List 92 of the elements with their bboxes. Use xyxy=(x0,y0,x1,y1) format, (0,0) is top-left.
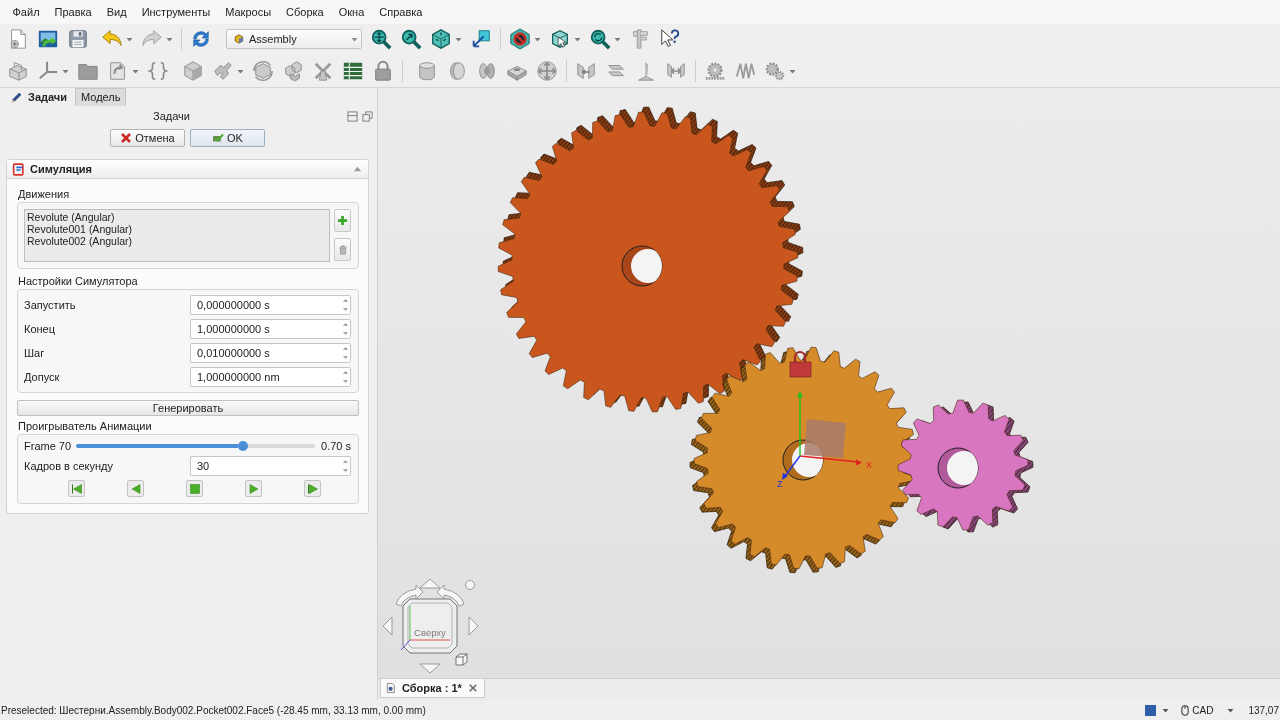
close-icon[interactable] xyxy=(467,683,478,693)
axes-icon[interactable] xyxy=(37,59,59,82)
list-item[interactable]: Revolute (Angular) xyxy=(27,211,327,223)
zoom-selection-icon[interactable] xyxy=(400,28,422,50)
stop-button[interactable] xyxy=(186,480,203,497)
menu-item[interactable]: Правка xyxy=(47,5,100,19)
zoom-fit-icon[interactable] xyxy=(370,28,392,50)
ok-button[interactable]: OK xyxy=(190,129,265,147)
pen-icon xyxy=(10,91,23,104)
bar-left-triangle-icon xyxy=(70,482,83,495)
delete-button[interactable] xyxy=(334,238,351,261)
display-square-icon[interactable] xyxy=(1145,704,1157,716)
cubes-icon[interactable] xyxy=(282,59,304,82)
section-icon xyxy=(12,162,25,176)
list-item[interactable]: Revolute001 (Angular) xyxy=(27,223,327,235)
field-label: Допуск xyxy=(24,369,61,385)
mouse-icon xyxy=(1181,704,1190,716)
no-entry-icon[interactable] xyxy=(509,28,531,50)
small-gear[interactable] xyxy=(897,399,1034,533)
menu-item[interactable]: Макросы xyxy=(217,5,279,19)
rotate-cube-icon[interactable] xyxy=(252,59,274,82)
step-first-button[interactable] xyxy=(68,480,85,497)
navigation-cube[interactable]: Сверху xyxy=(382,578,479,674)
list-item[interactable]: Revolute002 (Angular) xyxy=(27,235,327,247)
axis-label: X xyxy=(866,460,872,470)
right-triangle-icon xyxy=(247,482,260,495)
isometric-cube-icon[interactable] xyxy=(430,28,452,50)
navigation-style-button[interactable]: CAD xyxy=(1181,702,1214,718)
play-button[interactable] xyxy=(245,480,262,497)
move-arrows-icon[interactable] xyxy=(536,59,558,82)
medium-gear[interactable] xyxy=(689,346,917,574)
status-message: Preselected: Шестерни.Assembly.Body002.Pocket002.Face5 (-28.45 mm, 33.13 mm, 0.00 mm) xyxy=(0,703,426,718)
menu-item[interactable]: Сборка xyxy=(278,5,332,19)
trash-icon xyxy=(337,243,348,256)
nav-cube-label[interactable]: Сверху xyxy=(414,627,446,638)
document-icon xyxy=(386,682,396,694)
left-triangle-icon xyxy=(129,482,142,495)
menu-item[interactable]: Инструменты xyxy=(134,5,218,19)
frame-label: Frame 70 xyxy=(24,438,72,454)
dock-window-icon[interactable] xyxy=(347,110,358,122)
save-icon[interactable] xyxy=(67,28,89,50)
arrow-plane-icon[interactable] xyxy=(470,28,492,50)
collapse-caret-icon[interactable] xyxy=(353,164,362,174)
large-gear[interactable] xyxy=(497,106,804,413)
stop-square-icon xyxy=(188,482,201,495)
generate-button[interactable]: Генерировать xyxy=(17,400,359,416)
sync-zoom-icon[interactable] xyxy=(589,28,611,50)
bar-right-triangle-icon xyxy=(306,482,319,495)
motions-list[interactable]: Revolute (Angular) Revolute001 (Angular) Revolute002 (Angular) xyxy=(24,209,330,262)
group-label: Движения xyxy=(18,188,71,201)
float-window-icon[interactable] xyxy=(362,110,373,122)
axis-triad-icon xyxy=(782,391,862,480)
time-readout: 0.70 s xyxy=(321,438,351,454)
padlock-icon[interactable] xyxy=(789,351,812,378)
section-title: Симуляция xyxy=(30,161,94,177)
axis-label: Z xyxy=(777,479,783,489)
lock-icon[interactable] xyxy=(372,59,394,82)
box-selection-icon[interactable] xyxy=(549,28,571,50)
wrench-icon[interactable] xyxy=(212,59,234,82)
field-label: Кадров в секунду xyxy=(24,458,115,474)
help-pointer-icon[interactable] xyxy=(659,28,681,50)
cube-icon xyxy=(234,34,244,44)
panel-title: Задачи xyxy=(152,108,191,124)
add-button[interactable] xyxy=(334,209,351,232)
menu-item[interactable]: Окна xyxy=(331,5,372,19)
tick-icon xyxy=(212,132,225,144)
field-label: Конец xyxy=(24,321,57,337)
step-last-button[interactable] xyxy=(304,480,321,497)
field-label: Шаг xyxy=(24,345,46,361)
group-label: Проигрыватель Анимации xyxy=(18,420,153,433)
menu-item[interactable]: Файл xyxy=(5,5,48,19)
panel-tab[interactable]: Модель xyxy=(75,88,127,106)
cross-icon xyxy=(120,132,133,144)
part-block-icon[interactable] xyxy=(7,59,29,82)
slider-thumb[interactable] xyxy=(238,441,249,451)
group-label: Настройки Симулятора xyxy=(18,275,139,288)
refresh-icon[interactable] xyxy=(190,28,212,50)
menu-item[interactable]: Справка xyxy=(371,5,430,19)
step-back-button[interactable] xyxy=(127,480,144,497)
menu-item[interactable]: Вид xyxy=(99,5,135,19)
open-icon[interactable] xyxy=(37,28,59,50)
field-label: Запустить xyxy=(24,297,77,313)
workbench-dropdown[interactable]: Assembly xyxy=(226,29,362,49)
cylinder-icon[interactable] xyxy=(416,59,438,82)
document-tab[interactable]: Сборка : 1* xyxy=(380,679,485,698)
cube-icon[interactable] xyxy=(182,59,204,82)
plus-icon xyxy=(337,215,348,226)
joint-plane-marker[interactable] xyxy=(804,419,846,458)
status-readout: 137,07 xyxy=(1248,703,1280,718)
frame-slider[interactable] xyxy=(76,444,316,448)
braces-icon[interactable] xyxy=(147,59,169,82)
cancel-button[interactable]: Отмена xyxy=(110,129,185,147)
